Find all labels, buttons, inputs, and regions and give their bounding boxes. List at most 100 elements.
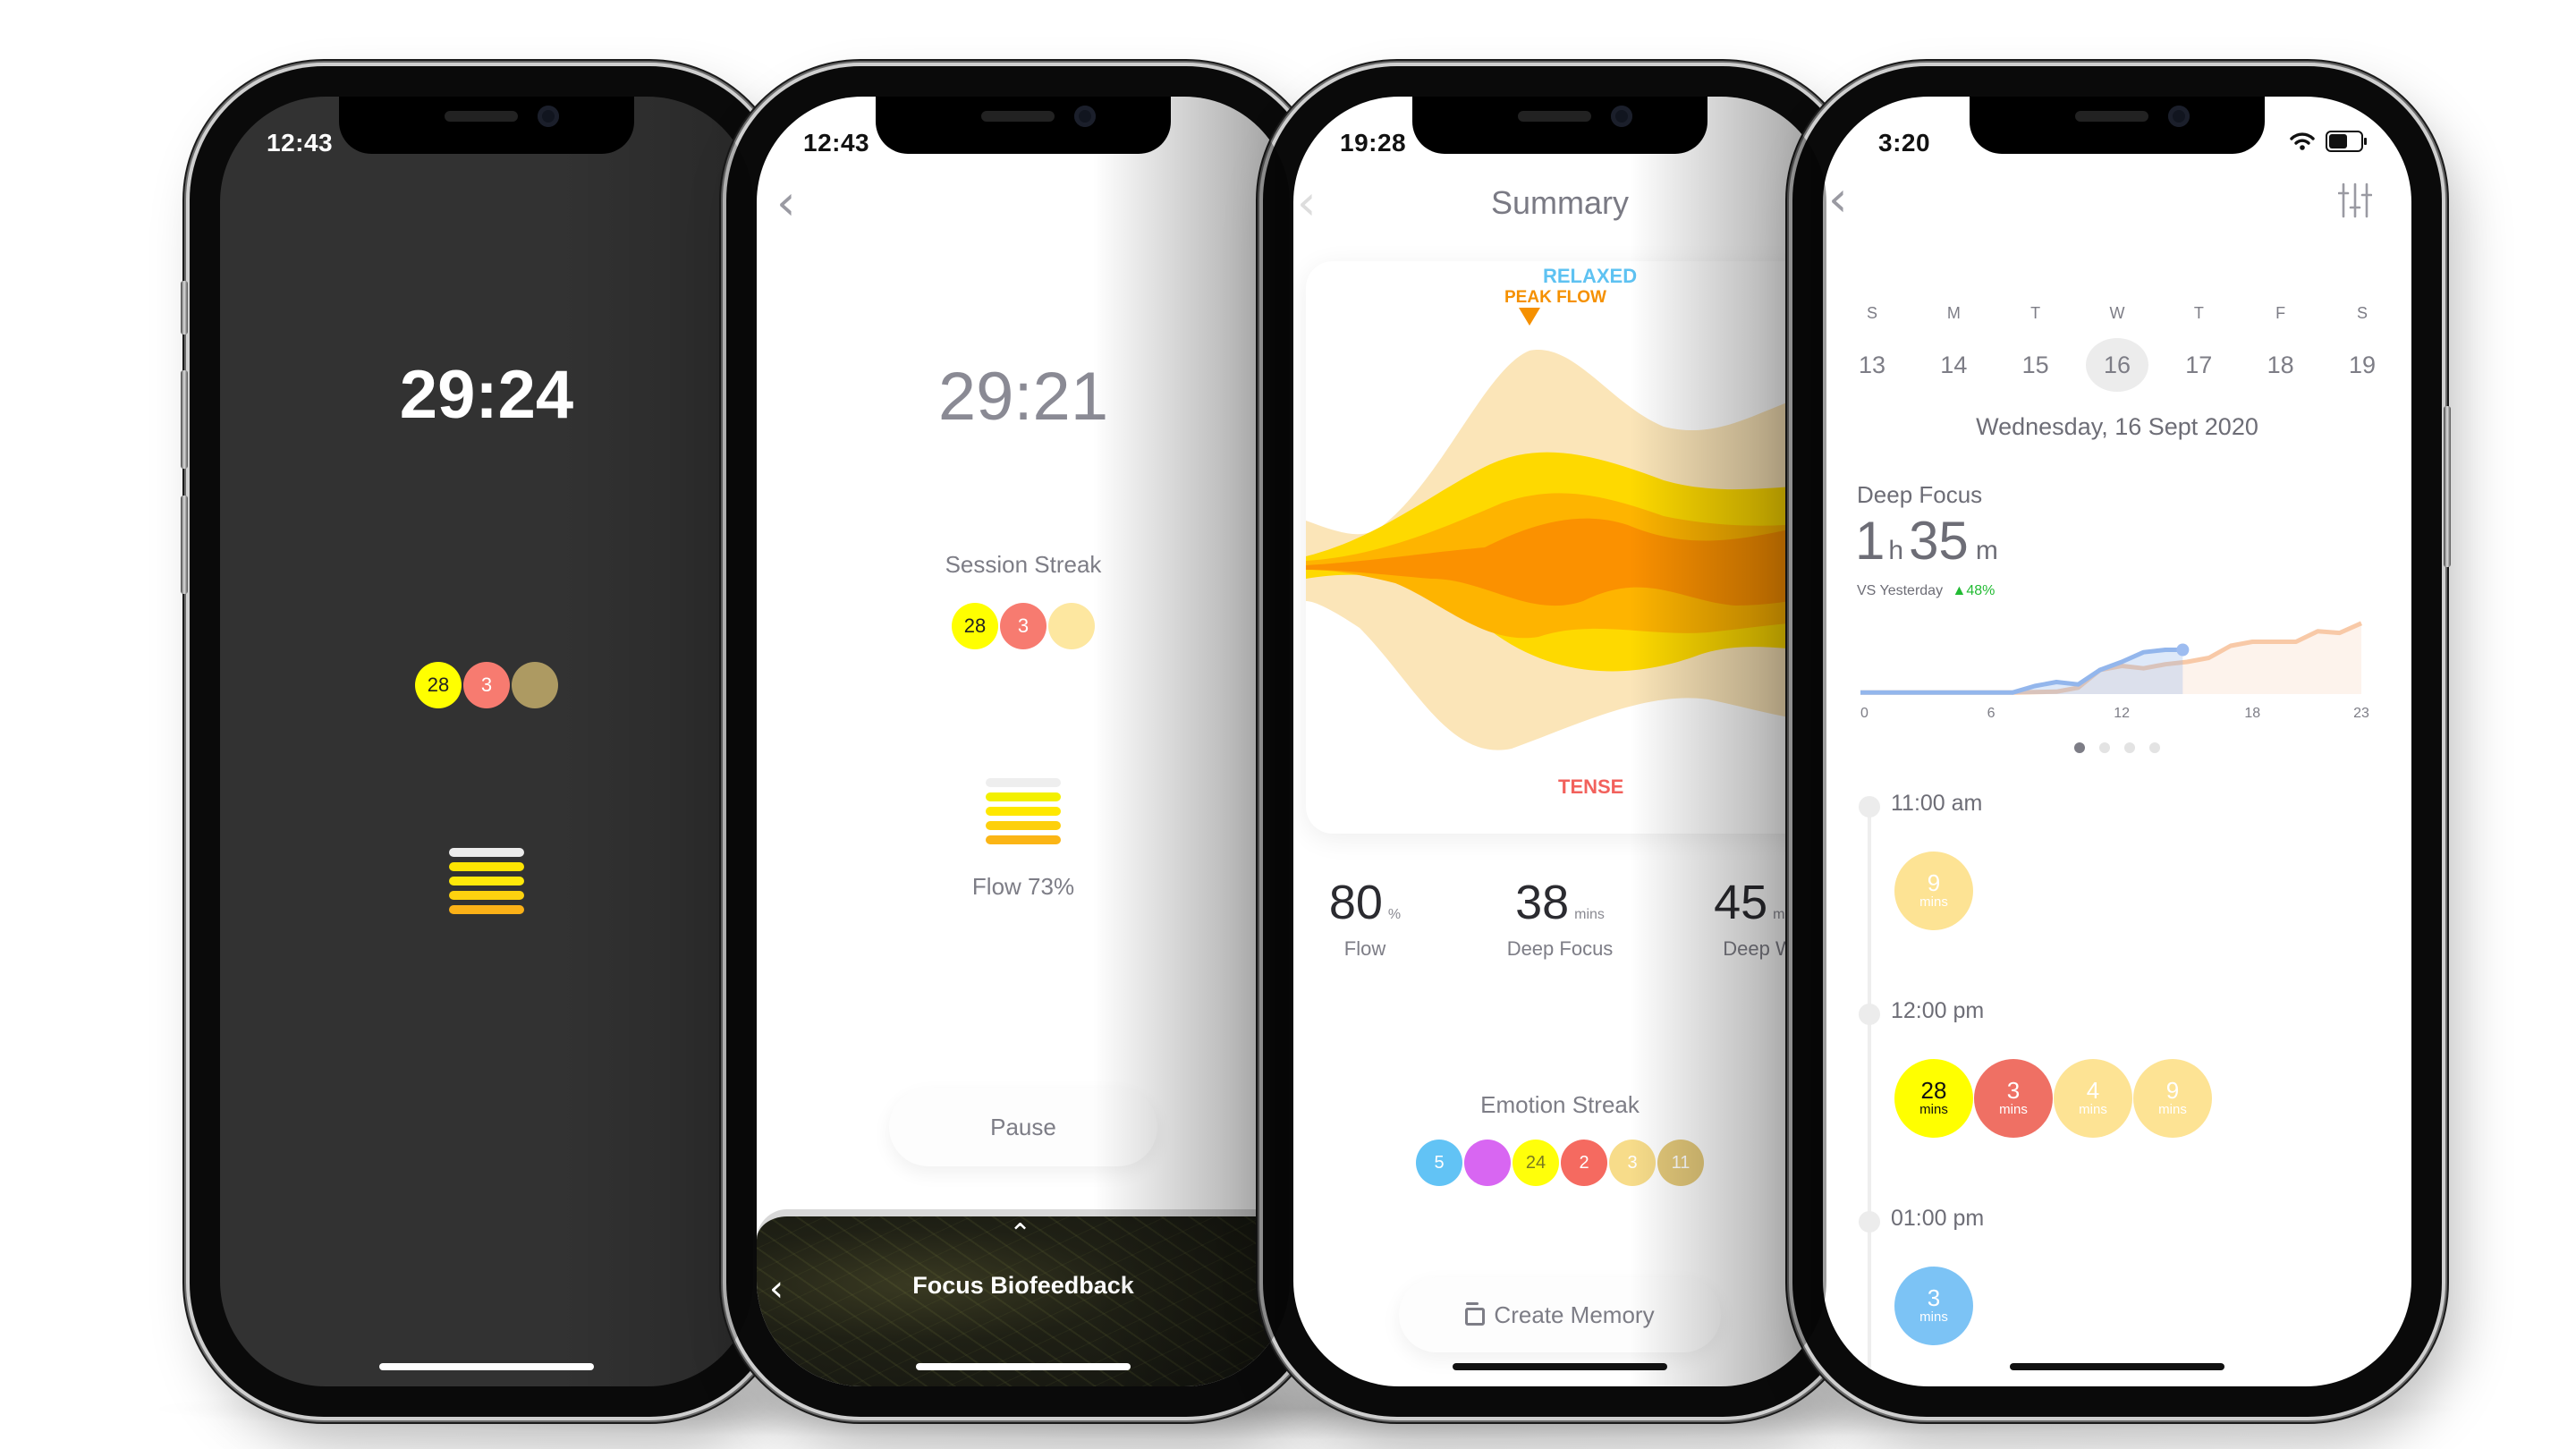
- timeline-dot: [1859, 796, 1880, 818]
- page-dot[interactable]: [2099, 742, 2110, 753]
- weekday-label: S: [2356, 304, 2368, 322]
- stat-flow: 80% Flow: [1293, 875, 1454, 961]
- session-unit: mins: [1999, 1102, 2028, 1117]
- session-bubble[interactable]: 3 mins: [1974, 1059, 2053, 1138]
- stat-label: Deep Focus: [1506, 937, 1614, 960]
- stat-label: Flow: [1343, 937, 1386, 960]
- weekday-label: W: [2109, 304, 2125, 322]
- screen: 12:43 29:24 28 3: [220, 97, 753, 1386]
- date-cell[interactable]: 18: [2250, 338, 2312, 392]
- x-tick-label: 6: [1987, 706, 1996, 721]
- streak-bubble[interactable]: 3: [1609, 1140, 1656, 1186]
- flow-bar: [449, 891, 524, 900]
- x-tick-label: 23: [2353, 706, 2369, 721]
- session-unit: mins: [2079, 1102, 2107, 1117]
- emotion-stream-chart: RELAXED PEAK FLOW TENSE: [1306, 261, 1826, 834]
- date-cell[interactable]: 15: [2004, 338, 2067, 392]
- week-dates: 13 14 15 16 17 18 19: [1841, 338, 2394, 392]
- screen: 12:43 ‹ 29:21 Session Streak 28 3 Flow 73…: [757, 97, 1290, 1386]
- chevron-up-icon[interactable]: ⌃: [1009, 1218, 1031, 1250]
- date-cell[interactable]: 14: [1922, 338, 1985, 392]
- flow-bar: [449, 877, 524, 886]
- flow-percent-label: Flow 73%: [971, 873, 1075, 900]
- streak-bubble[interactable]: [512, 662, 558, 708]
- session-row: 28 mins 3 mins 4 mins 9 mins: [1894, 1059, 2213, 1138]
- session-bubble[interactable]: 3 mins: [1894, 1267, 1973, 1345]
- streak-bubble[interactable]: [1464, 1140, 1511, 1186]
- home-indicator[interactable]: [379, 1363, 594, 1370]
- streak-bubble[interactable]: 5: [1416, 1140, 1462, 1186]
- wifi-icon: [2290, 132, 2315, 150]
- emotion-streak-label: Emotion Streak: [1480, 1091, 1640, 1118]
- session-timer: 29:24: [399, 357, 574, 433]
- streak-bubble[interactable]: 28: [415, 662, 462, 708]
- weekday-label: T: [2030, 304, 2041, 322]
- session-bubble[interactable]: 28 mins: [1894, 1059, 1973, 1138]
- page-indicator[interactable]: [1823, 742, 2411, 753]
- pause-button[interactable]: Pause: [889, 1088, 1157, 1166]
- weekday-label: S: [1866, 304, 1877, 322]
- page-dot[interactable]: [2149, 742, 2160, 753]
- session-streak-label: Session Streak: [945, 551, 1102, 578]
- streak-bubble[interactable]: [1048, 603, 1095, 649]
- deep-focus-chart: 0 6 12 18 23: [1860, 621, 2369, 721]
- back-chevron-icon[interactable]: ‹: [776, 179, 796, 227]
- weekday-label: M: [1946, 304, 1961, 322]
- create-memory-label: Create Memory: [1494, 1301, 1655, 1328]
- session-bubble[interactable]: 9 mins: [2133, 1059, 2212, 1138]
- stat-deep-focus: 38 mins Deep Focus: [1470, 875, 1649, 961]
- phone-timer-dark: 12:43 29:24 28 3: [181, 66, 784, 1417]
- home-indicator[interactable]: [1453, 1363, 1667, 1370]
- streak-bubble[interactable]: 3: [463, 662, 510, 708]
- weekday-label: F: [2275, 304, 2286, 322]
- mockup-stage: 12:43 29:24 28 3 12:43 ‹ 29:21 Session St…: [0, 0, 2576, 1449]
- date-cell[interactable]: 17: [2167, 338, 2230, 392]
- flow-bar: [986, 778, 1061, 787]
- filter-sliders-icon[interactable]: [2338, 182, 2372, 218]
- date-cell[interactable]: 13: [1841, 338, 1903, 392]
- streak-bubble[interactable]: 2: [1561, 1140, 1607, 1186]
- streak-bubble[interactable]: 24: [1513, 1140, 1559, 1186]
- tense-label: TENSE: [1558, 775, 1624, 798]
- stat-value: 38: [1515, 876, 1570, 929]
- phone-summary: 19:28 ‹ Summary RELAXED PEAK FLOW TENSE …: [1263, 66, 1857, 1417]
- flow-bar: [449, 848, 524, 857]
- session-row: 9 mins: [1894, 852, 1974, 930]
- x-tick-label: 0: [1860, 706, 1868, 721]
- screen: 19:28 ‹ Summary RELAXED PEAK FLOW TENSE …: [1293, 97, 1826, 1386]
- hours-unit: h: [1888, 536, 1904, 565]
- stat-value: 80: [1328, 876, 1383, 929]
- deep-focus-total: 1 h 35 m: [1855, 510, 1998, 572]
- flow-bar: [986, 807, 1061, 816]
- streak-bubble[interactable]: 3: [1000, 603, 1046, 649]
- minutes-value: 35: [1909, 511, 1969, 571]
- current-point[interactable]: [2176, 643, 2190, 657]
- vs-change: ▲48%: [1952, 583, 1996, 598]
- streak-bubble[interactable]: 28: [952, 603, 998, 649]
- page-dot[interactable]: [2074, 742, 2085, 753]
- notch: [339, 97, 634, 154]
- date-heading: Wednesday, 16 Sept 2020: [1976, 413, 2258, 440]
- focus-biofeedback-panel[interactable]: ⌃ ‹ Focus Biofeedback: [757, 1209, 1290, 1386]
- screen: 3:20 ‹ SMTWTFS 13 14 15 16 17 18 19 Wednes: [1823, 97, 2411, 1386]
- timeline-dot: [1859, 1004, 1880, 1025]
- home-indicator[interactable]: [916, 1363, 1131, 1370]
- session-bubble[interactable]: 9 mins: [1894, 852, 1973, 930]
- date-cell[interactable]: 16: [2085, 338, 2148, 392]
- weekday-label: T: [2193, 304, 2204, 322]
- stat-unit: %: [1387, 907, 1402, 922]
- page-dot[interactable]: [2124, 742, 2135, 753]
- streak-bubble[interactable]: 11: [1657, 1140, 1704, 1186]
- session-bubble[interactable]: 4 mins: [2054, 1059, 2132, 1138]
- session-timer: 29:21: [937, 359, 1109, 435]
- flow-bar: [986, 821, 1061, 830]
- date-cell[interactable]: 19: [2331, 338, 2394, 392]
- status-time: 3:20: [1878, 129, 1931, 157]
- session-unit: mins: [2158, 1102, 2187, 1117]
- create-memory-button[interactable]: Create Memory: [1399, 1277, 1721, 1352]
- x-tick-label: 18: [2244, 706, 2260, 721]
- timeline-line: [1868, 812, 1871, 1386]
- home-indicator[interactable]: [2010, 1363, 2224, 1370]
- status-time: 19:28: [1340, 129, 1407, 157]
- back-chevron-icon[interactable]: ‹: [1828, 175, 1848, 224]
